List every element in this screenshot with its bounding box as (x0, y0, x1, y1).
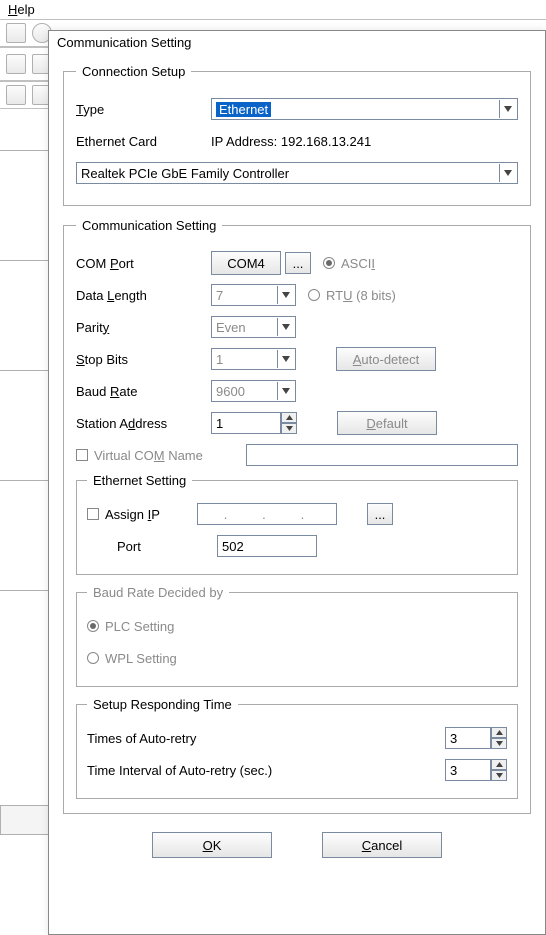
retry-times-input[interactable] (445, 727, 491, 749)
com-port-label: COM Port (76, 256, 211, 271)
ascii-label: ASCII (341, 256, 375, 271)
spin-up-icon[interactable] (281, 412, 297, 423)
ip-input[interactable] (197, 503, 337, 525)
baud-rate-label: Baud Rate (76, 384, 211, 399)
station-address-input[interactable] (211, 412, 281, 434)
ethernet-card-value: Realtek PCIe GbE Family Controller (81, 166, 289, 181)
radio-icon (323, 257, 335, 269)
setup-responding-time-legend: Setup Responding Time (87, 697, 238, 712)
station-address-spin[interactable] (211, 412, 297, 434)
retry-times-label: Times of Auto-retry (87, 731, 445, 746)
ascii-radio: ASCII (323, 256, 375, 271)
spin-down-icon[interactable] (491, 738, 507, 749)
ethernet-card-select[interactable]: Realtek PCIe GbE Family Controller (76, 162, 518, 184)
stop-bits-value: 1 (216, 352, 223, 367)
type-label: Type (76, 102, 211, 117)
ethernet-setting-legend: Ethernet Setting (87, 473, 192, 488)
retry-interval-spin[interactable] (445, 759, 507, 781)
communication-setting-dialog: Communication Setting Connection Setup T… (48, 30, 546, 935)
ethernet-setting-group: Ethernet Setting Assign IP ... Port (76, 473, 518, 575)
wpl-setting-label: WPL Setting (105, 651, 177, 666)
communication-setting-group: Communication Setting COM Port COM4 ... … (63, 218, 531, 814)
ok-button[interactable]: OK (152, 832, 272, 858)
retry-interval-label: Time Interval of Auto-retry (sec.) (87, 763, 445, 778)
auto-detect-button: Auto-detect (336, 347, 436, 371)
radio-icon (87, 620, 99, 632)
virtual-com-checkbox: Virtual COM Name (76, 448, 246, 463)
type-select[interactable]: Ethernet (211, 98, 518, 120)
parity-value: Even (216, 320, 246, 335)
radio-icon (308, 289, 320, 301)
parity-label: Parity (76, 320, 211, 335)
parity-select: Even (211, 316, 296, 338)
stop-bits-label: Stop Bits (76, 352, 211, 367)
ethernet-card-label: Ethernet Card (76, 134, 211, 149)
checkbox-icon (87, 508, 99, 520)
toolbar-button[interactable] (6, 85, 26, 105)
plc-setting-label: PLC Setting (105, 619, 174, 634)
toolbar-button[interactable] (6, 23, 26, 43)
baud-rate-select: 9600 (211, 380, 296, 402)
rtu-radio: RTU (8 bits) (308, 288, 396, 303)
default-button: Default (337, 411, 437, 435)
chevron-down-icon (277, 382, 293, 400)
spin-up-icon[interactable] (491, 727, 507, 738)
baud-rate-decided-legend: Baud Rate Decided by (87, 585, 229, 600)
assign-ip-label: Assign IP (105, 507, 160, 522)
connection-setup-legend: Connection Setup (76, 64, 191, 79)
radio-icon (87, 652, 99, 664)
chevron-down-icon (499, 164, 515, 182)
rtu-label: RTU (8 bits) (326, 288, 396, 303)
cancel-button[interactable]: Cancel (322, 832, 442, 858)
chevron-down-icon (277, 318, 293, 336)
com-port-browse-button[interactable]: ... (285, 252, 311, 274)
virtual-com-label: Virtual COM Name (94, 448, 203, 463)
setup-responding-time-group: Setup Responding Time Times of Auto-retr… (76, 697, 518, 799)
type-value: Ethernet (216, 102, 271, 117)
connection-setup-group: Connection Setup Type Ethernet Ethernet … (63, 64, 531, 206)
wpl-setting-radio: WPL Setting (87, 651, 177, 666)
data-length-label: Data Length (76, 288, 211, 303)
chevron-down-icon (499, 100, 515, 118)
chevron-down-icon (277, 286, 293, 304)
checkbox-icon (76, 449, 88, 461)
spin-down-icon[interactable] (491, 770, 507, 781)
menu-help[interactable]: Help (0, 0, 546, 19)
communication-setting-legend: Communication Setting (76, 218, 222, 233)
port-label: Port (87, 539, 217, 554)
ip-browse-button[interactable]: ... (367, 503, 393, 525)
com-port-button[interactable]: COM4 (211, 251, 281, 275)
ip-address-label: IP Address: 192.168.13.241 (211, 134, 371, 149)
station-address-label: Station Address (76, 416, 211, 431)
chevron-down-icon (277, 350, 293, 368)
retry-times-spin[interactable] (445, 727, 507, 749)
baud-rate-decided-group: Baud Rate Decided by PLC Setting WPL Set… (76, 585, 518, 687)
spin-up-icon[interactable] (491, 759, 507, 770)
stop-bits-select: 1 (211, 348, 296, 370)
virtual-com-input (246, 444, 518, 466)
dialog-title: Communication Setting (49, 31, 545, 54)
retry-interval-input[interactable] (445, 759, 491, 781)
data-length-select: 7 (211, 284, 296, 306)
plc-setting-radio: PLC Setting (87, 619, 174, 634)
port-input[interactable] (217, 535, 317, 557)
data-length-value: 7 (216, 288, 223, 303)
spin-down-icon[interactable] (281, 423, 297, 434)
baud-rate-value: 9600 (216, 384, 245, 399)
toolbar-button[interactable] (6, 54, 26, 74)
assign-ip-checkbox[interactable]: Assign IP (87, 507, 197, 522)
status-strip (0, 805, 50, 835)
